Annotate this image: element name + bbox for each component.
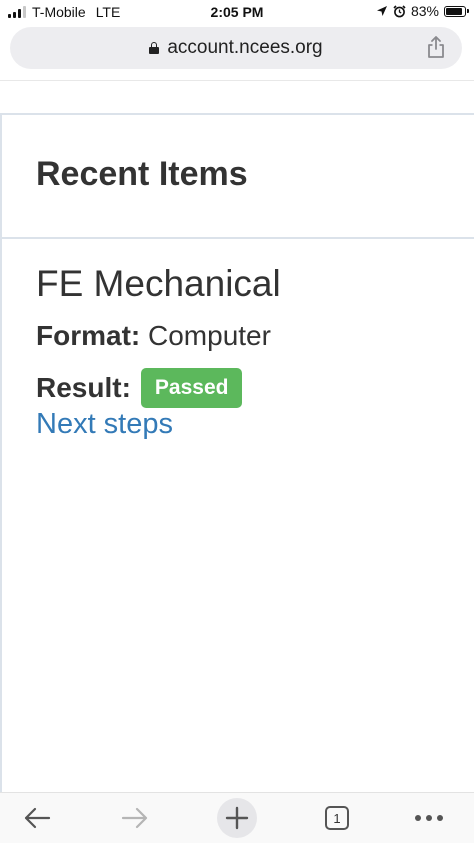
format-label: Format: <box>36 320 141 351</box>
location-icon <box>376 6 387 16</box>
next-steps-link[interactable]: Next steps <box>36 408 173 441</box>
url-display[interactable]: account.ncees.org <box>10 27 462 69</box>
address-bar[interactable]: account.ncees.org <box>10 27 462 69</box>
share-icon[interactable] <box>426 36 446 58</box>
forward-arrow-icon <box>121 807 148 829</box>
battery-icon <box>444 5 469 17</box>
status-bar-right: 83% <box>376 3 469 19</box>
forward-button[interactable] <box>112 793 158 843</box>
result-row: Result: Passed <box>36 368 243 408</box>
more-icon <box>415 815 443 821</box>
back-arrow-icon <box>24 807 51 829</box>
tabs-icon: 1 <box>325 806 349 830</box>
format-value: Computer <box>148 320 271 351</box>
card-header: Recent Items <box>2 115 474 239</box>
browser-toolbar: 1 <box>0 792 474 843</box>
result-status-badge: Passed <box>140 368 243 408</box>
back-button[interactable] <box>14 793 60 843</box>
card-title: Recent Items <box>36 155 248 193</box>
status-bar: T-Mobile LTE 2:05 PM 83% <box>0 0 474 24</box>
tabs-button[interactable]: 1 <box>314 793 360 843</box>
header-divider <box>0 80 474 81</box>
alarm-icon <box>393 4 406 17</box>
format-row: Format: Computer <box>36 320 271 352</box>
battery-percent: 83% <box>410 3 439 19</box>
result-label: Result: <box>36 372 131 403</box>
recent-items-card: Recent Items FE Mechanical Format: Compu… <box>0 113 474 803</box>
new-tab-button[interactable] <box>213 793 261 843</box>
new-tab-plus-icon <box>217 798 257 838</box>
lock-icon <box>149 42 160 54</box>
exam-name: FE Mechanical <box>36 263 281 304</box>
more-menu-button[interactable] <box>404 793 454 843</box>
url-text: account.ncees.org <box>167 37 323 58</box>
